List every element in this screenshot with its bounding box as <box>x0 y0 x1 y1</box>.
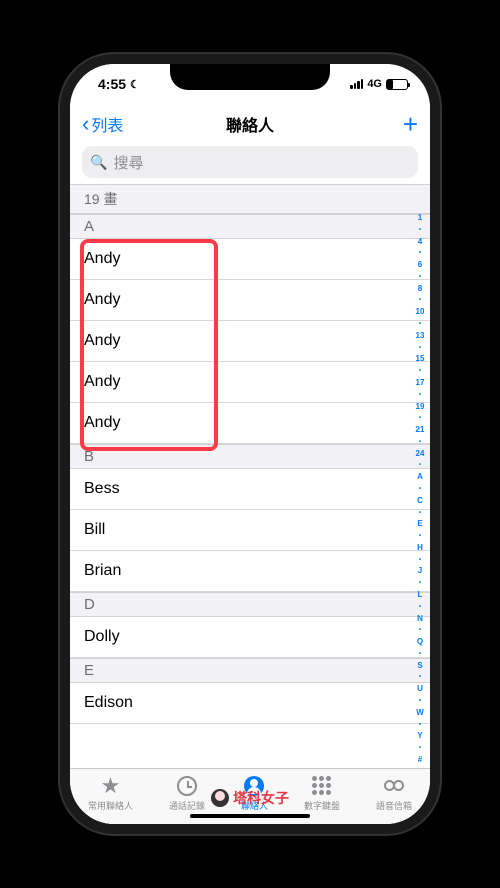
index-item[interactable]: • <box>419 250 421 256</box>
keypad-icon <box>310 774 334 798</box>
page-title: 聯絡人 <box>226 112 274 136</box>
tab-keypad[interactable]: 數字鍵盤 <box>304 774 340 812</box>
star-icon: ★ <box>98 774 122 798</box>
index-item[interactable]: 4 <box>418 238 422 246</box>
tab-label: 常用聯絡人 <box>88 799 133 812</box>
index-item[interactable]: S <box>417 662 422 670</box>
contact-row[interactable]: Edison <box>70 683 430 724</box>
index-item[interactable]: 8 <box>418 285 422 293</box>
index-item[interactable]: • <box>419 745 421 751</box>
index-item[interactable]: • <box>419 486 421 492</box>
index-item[interactable]: 21 <box>416 426 425 434</box>
notch <box>170 64 330 90</box>
index-item[interactable]: J <box>418 567 422 575</box>
contact-row[interactable]: Bill <box>70 510 430 551</box>
nav-bar: ‹ 列表 聯絡人 + <box>70 104 430 144</box>
chevron-left-icon: ‹ <box>82 113 89 135</box>
index-item[interactable]: • <box>419 533 421 539</box>
contact-row[interactable]: Andy <box>70 239 430 280</box>
section-header: D <box>70 592 430 617</box>
index-item[interactable]: 1 <box>418 214 422 222</box>
back-label: 列表 <box>91 112 123 136</box>
contact-row[interactable]: Andy <box>70 321 430 362</box>
index-item[interactable]: • <box>419 368 421 374</box>
home-indicator[interactable] <box>190 814 310 818</box>
voicemail-icon <box>382 774 406 798</box>
index-item[interactable]: • <box>419 510 421 516</box>
search-icon: 🔍 <box>90 154 107 171</box>
index-bar[interactable]: 1 • 4 • 6 • 8 • 10 • 13 • 15 • 17 • 19 • 21 • 24 • A • C • E • H • J • L… <box>413 214 427 764</box>
index-item[interactable]: E <box>417 520 422 528</box>
battery-icon <box>386 79 408 90</box>
index-item[interactable]: • <box>419 345 421 351</box>
tab-label: 通話記錄 <box>169 799 205 812</box>
index-item[interactable]: 24 <box>416 450 425 458</box>
network-label: 4G <box>367 78 382 90</box>
index-item[interactable]: C <box>417 497 423 505</box>
tab-clock[interactable]: 通話記錄 <box>169 774 205 812</box>
contact-row[interactable]: Andy <box>70 362 430 403</box>
index-item[interactable]: • <box>419 462 421 468</box>
section-header: 19 畫 <box>70 184 430 214</box>
index-item[interactable]: A <box>417 473 423 481</box>
index-item[interactable]: # <box>418 756 422 764</box>
tab-label: 語音信箱 <box>376 799 412 812</box>
index-item[interactable]: • <box>419 674 421 680</box>
tab-voicemail[interactable]: 語音信箱 <box>376 774 412 812</box>
index-item[interactable]: 10 <box>416 308 425 316</box>
index-item[interactable]: • <box>419 604 421 610</box>
index-item[interactable]: 17 <box>416 379 425 387</box>
tab-label: 數字鍵盤 <box>304 799 340 812</box>
add-button[interactable]: + <box>403 109 418 140</box>
index-item[interactable]: W <box>416 709 424 717</box>
section-header: B <box>70 444 430 469</box>
index-item[interactable]: 15 <box>416 355 425 363</box>
index-item[interactable]: • <box>419 698 421 704</box>
section-header: A <box>70 214 430 239</box>
contact-row[interactable]: Andy <box>70 403 430 444</box>
back-button[interactable]: ‹ 列表 <box>82 112 123 136</box>
watermark-icon <box>211 789 229 807</box>
index-item[interactable]: 19 <box>416 403 425 411</box>
index-item[interactable]: U <box>417 685 423 693</box>
index-item[interactable]: 13 <box>416 332 425 340</box>
contact-row[interactable]: Dolly <box>70 617 430 658</box>
contact-row[interactable]: Andy <box>70 280 430 321</box>
search-placeholder: 搜尋 <box>113 152 143 173</box>
contact-row[interactable]: Bess <box>70 469 430 510</box>
index-item[interactable]: Y <box>417 732 422 740</box>
index-item[interactable]: • <box>419 557 421 563</box>
index-item[interactable]: • <box>419 227 421 233</box>
search-input[interactable]: 🔍 搜尋 <box>82 146 418 178</box>
screen: 4:55 ☾ 4G ‹ 列表 聯絡人 + 🔍 搜尋 19 畫AAndyAndyA… <box>70 64 430 824</box>
index-item[interactable]: L <box>418 591 423 599</box>
phone-frame: 4:55 ☾ 4G ‹ 列表 聯絡人 + 🔍 搜尋 19 畫AAndyAndyA… <box>60 54 440 834</box>
index-item[interactable]: • <box>419 722 421 728</box>
index-item[interactable]: • <box>419 627 421 633</box>
watermark-text: 塔科女子 <box>233 788 289 808</box>
index-item[interactable]: N <box>417 615 423 623</box>
index-item[interactable]: • <box>419 321 421 327</box>
index-item[interactable]: • <box>419 392 421 398</box>
index-item[interactable]: • <box>419 439 421 445</box>
contacts-list[interactable]: 19 畫AAndyAndyAndyAndyAndyBBessBillBrianD… <box>70 184 430 768</box>
index-item[interactable]: Q <box>417 638 423 646</box>
tab-star[interactable]: ★常用聯絡人 <box>88 774 133 812</box>
dnd-icon: ☾ <box>130 78 140 91</box>
index-item[interactable]: • <box>419 297 421 303</box>
signal-icon <box>350 79 363 89</box>
status-time: 4:55 <box>98 76 126 92</box>
index-item[interactable]: H <box>417 544 423 552</box>
index-item[interactable]: • <box>419 274 421 280</box>
index-item[interactable]: • <box>419 415 421 421</box>
section-header: E <box>70 658 430 683</box>
watermark: 塔科女子 <box>211 788 289 808</box>
clock-icon <box>175 774 199 798</box>
index-item[interactable]: 6 <box>418 261 422 269</box>
contact-row[interactable]: Brian <box>70 551 430 592</box>
index-item[interactable]: • <box>419 580 421 586</box>
index-item[interactable]: • <box>419 651 421 657</box>
